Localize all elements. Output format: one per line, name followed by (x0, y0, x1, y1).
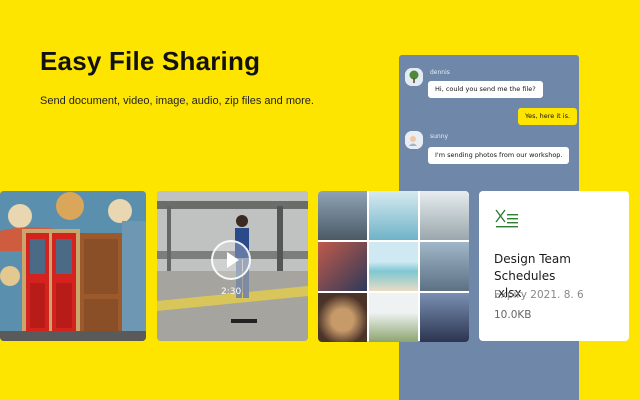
play-icon (227, 252, 239, 268)
grid-photo (369, 191, 418, 240)
file-expiry: Expiry 2021. 8. 6 (494, 289, 584, 301)
avatar-sunny (405, 131, 423, 149)
grid-photo (369, 293, 418, 342)
video-duration: 2:30 (221, 287, 242, 297)
grid-photo (318, 293, 367, 342)
excel-file-icon (494, 208, 520, 230)
grid-photo (420, 242, 469, 291)
hero-title: Easy File Sharing (40, 46, 261, 76)
chat-bubble-outgoing: Yes, here it is. (518, 108, 578, 125)
file-name-line: Design Team Schedules (494, 252, 571, 283)
grid-photo (369, 242, 418, 291)
file-size: 10.0KB (494, 309, 532, 321)
grid-photo (318, 242, 367, 291)
chat-bubble-incoming: I'm sending photos from our workshop. (428, 147, 570, 164)
hero-subtitle: Send document, video, image, audio, zip … (40, 95, 314, 107)
play-button[interactable] (211, 240, 251, 280)
chat-sender-name: sunny (430, 133, 449, 140)
grid-photo (318, 191, 367, 240)
door-photo (0, 191, 146, 341)
photo-door-card[interactable] (0, 191, 146, 341)
grid-photo (420, 293, 469, 342)
chat-bubble-incoming: Hi, could you send me the file? (428, 81, 543, 98)
grid-photo (420, 191, 469, 240)
chat-sender-name: dennis (430, 69, 450, 76)
avatar-dennis (405, 68, 423, 86)
